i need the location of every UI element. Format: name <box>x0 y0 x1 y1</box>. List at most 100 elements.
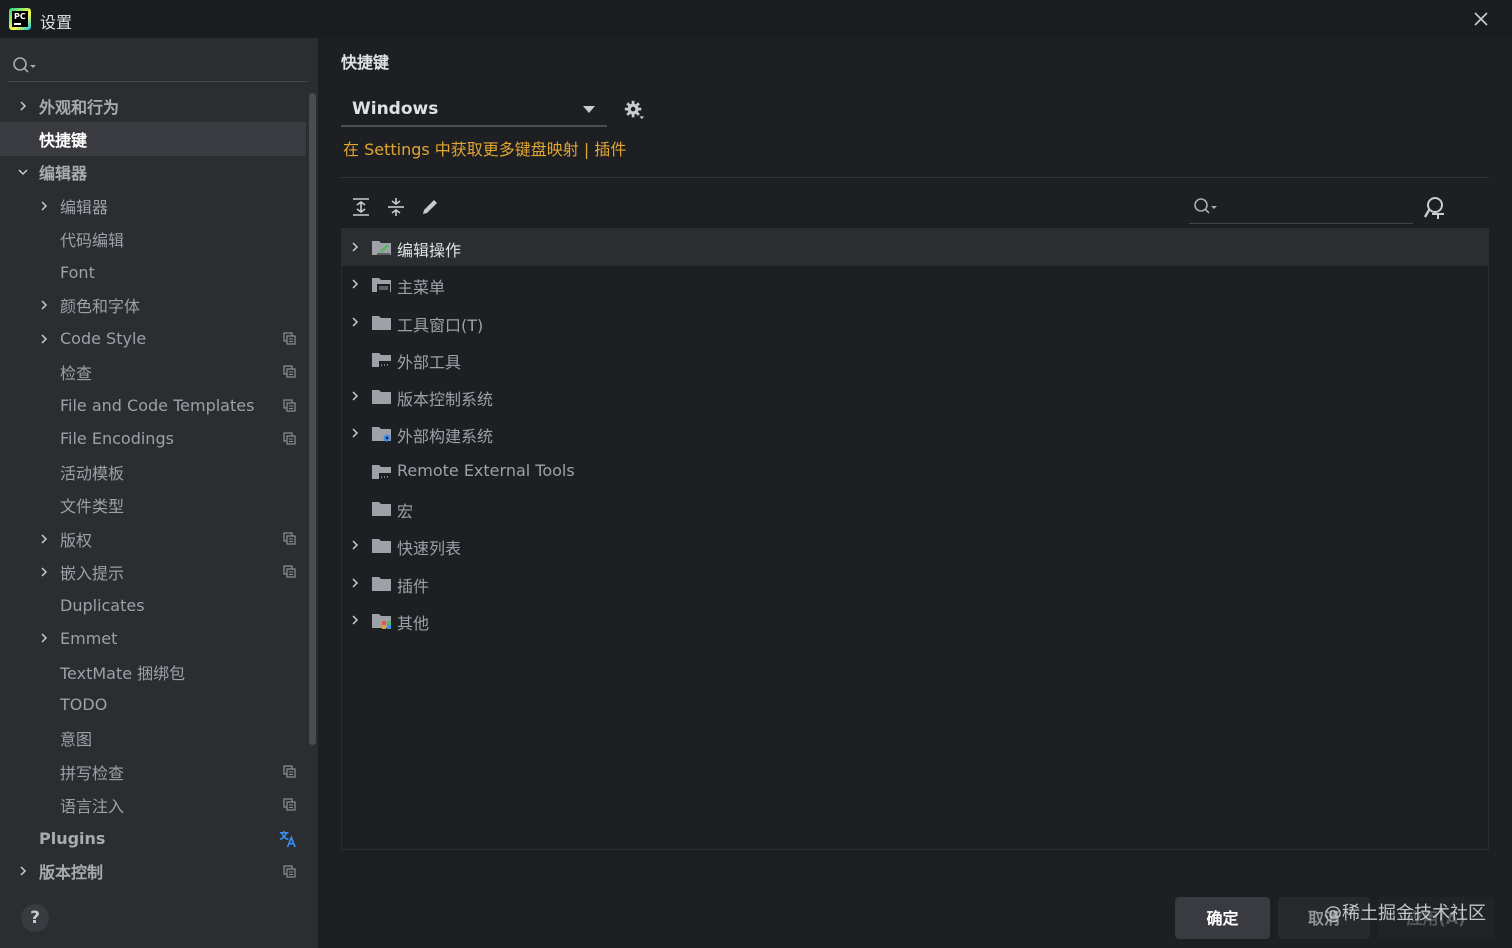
chevron-right-icon[interactable] <box>39 567 49 577</box>
gear-icon[interactable] <box>623 99 645 121</box>
action-group-label: 主菜单 <box>397 278 446 298</box>
action-group-row[interactable]: 外部工具 <box>342 341 1488 378</box>
chevron-right-icon[interactable] <box>18 866 28 876</box>
translate-icon <box>279 830 296 847</box>
actions-tree: 编辑操作主菜单工具窗口(T) 外部工具版本控制系统 外部构建系统 Remote Ext… <box>341 228 1489 850</box>
sidebar-item-label: 外观和行为 <box>39 97 120 117</box>
action-group-label: 编辑操作 <box>397 241 462 260</box>
expand-all-icon[interactable] <box>350 196 372 218</box>
action-group-row[interactable]: Remote External Tools <box>342 453 1488 490</box>
sidebar-item[interactable]: File Encodings <box>0 422 306 455</box>
project-scope-icon <box>283 432 296 445</box>
sidebar-item[interactable]: Duplicates <box>0 588 306 621</box>
sidebar-item-label: 拼写检查 <box>60 763 125 783</box>
sidebar-item[interactable]: 代码编辑 <box>0 222 306 255</box>
folder-icon <box>372 576 391 591</box>
sidebar-item[interactable]: TextMate 捆绑包 <box>0 655 306 688</box>
chevron-right-icon[interactable] <box>350 242 360 252</box>
project-scope-icon <box>283 365 296 378</box>
chevron-right-icon[interactable] <box>18 101 28 111</box>
sidebar-item[interactable]: 版权 <box>0 522 306 555</box>
project-scope-icon <box>283 798 296 811</box>
search-icon <box>1194 198 1217 214</box>
sidebar-item[interactable]: Font <box>0 255 306 288</box>
close-icon[interactable] <box>1472 10 1490 28</box>
editor-actions-folder-icon <box>372 241 391 255</box>
sidebar-item-label: 代码编辑 <box>60 230 125 250</box>
keymap-toolbar <box>341 190 1489 226</box>
chevron-right-icon[interactable] <box>39 300 49 310</box>
chevron-right-icon[interactable] <box>39 334 49 344</box>
sidebar-item[interactable]: 编辑器 <box>0 189 306 222</box>
sidebar-item[interactable]: 语言注入 <box>0 788 306 821</box>
sidebar-item[interactable]: Plugins <box>0 822 306 855</box>
action-group-row[interactable]: 快速列表 <box>342 527 1488 564</box>
keymap-dropdown-value: Windows <box>352 99 439 119</box>
action-search-input[interactable] <box>1189 190 1413 224</box>
sidebar-item[interactable]: Emmet <box>0 622 306 655</box>
settings-sidebar: 外观和行为 快捷键 编辑器 编辑器 代码编辑 Font 颜色和字体 Code Style 检查 F… <box>0 38 318 948</box>
sidebar-item[interactable]: Code Style <box>0 322 306 355</box>
sidebar-item-label: File Encodings <box>60 429 174 449</box>
sidebar-item-label: File and Code Templates <box>60 395 255 415</box>
sidebar-item[interactable]: 活动模板 <box>0 455 306 488</box>
chevron-right-icon[interactable] <box>350 615 360 625</box>
sidebar-item[interactable]: TODO <box>0 688 306 721</box>
sidebar-item[interactable]: 版本控制 <box>0 855 306 888</box>
sidebar-item-label: 编辑器 <box>60 197 109 217</box>
sidebar-item-label: 活动模板 <box>60 463 125 483</box>
action-group-row[interactable]: 主菜单 <box>342 266 1488 303</box>
project-scope-icon <box>283 565 296 578</box>
edit-icon[interactable] <box>419 196 441 218</box>
chevron-right-icon[interactable] <box>350 428 360 439</box>
chevron-right-icon[interactable] <box>39 633 49 643</box>
find-by-shortcut-icon[interactable] <box>1423 196 1447 220</box>
chevron-right-icon[interactable] <box>350 391 360 401</box>
action-group-row[interactable]: 其他 <box>342 602 1488 639</box>
help-button[interactable]: ? <box>21 904 49 932</box>
action-group-row[interactable]: 编辑操作 <box>342 229 1488 267</box>
sidebar-item[interactable]: 拼写检查 <box>0 755 306 788</box>
sidebar-item-label: 快捷键 <box>39 130 88 150</box>
chevron-right-icon[interactable] <box>350 279 360 289</box>
sidebar-item[interactable]: 文件类型 <box>0 489 306 522</box>
action-group-label: 版本控制系统 <box>397 390 494 410</box>
ok-button[interactable]: 确定 <box>1175 897 1270 939</box>
chevron-right-icon[interactable] <box>39 201 49 211</box>
settings-nav-tree: 外观和行为 快捷键 编辑器 编辑器 代码编辑 Font 颜色和字体 Code Style 检查 F… <box>0 89 306 888</box>
chevron-right-icon[interactable] <box>350 540 360 550</box>
sidebar-item[interactable]: 颜色和字体 <box>0 289 306 322</box>
action-group-row[interactable]: 插件 <box>342 565 1488 602</box>
sidebar-item[interactable]: 快捷键 <box>0 122 306 156</box>
sidebar-item[interactable]: 嵌入提示 <box>0 555 306 588</box>
chevron-right-icon[interactable] <box>350 317 360 327</box>
sidebar-scrollbar[interactable] <box>309 93 316 745</box>
action-group-label: Remote External Tools <box>397 460 575 480</box>
collapse-all-icon[interactable] <box>385 196 407 218</box>
sidebar-item-label: Code Style <box>60 329 147 349</box>
sidebar-item[interactable]: 编辑器 <box>0 156 306 189</box>
sidebar-item[interactable]: 意图 <box>0 722 306 755</box>
action-group-row[interactable]: 工具窗口(T) <box>342 304 1488 341</box>
external-tools-folder-icon <box>372 352 391 368</box>
chevron-right-icon[interactable] <box>350 578 360 588</box>
sidebar-item-label: 嵌入提示 <box>60 563 125 583</box>
action-group-row[interactable]: 版本控制系统 <box>342 378 1488 415</box>
sidebar-item-label: Plugins <box>39 828 106 848</box>
action-group-label: 插件 <box>397 576 430 596</box>
title-bar: PC 设置 <box>0 0 1512 38</box>
keymap-dropdown[interactable]: Windows <box>341 93 607 127</box>
settings-search-input[interactable] <box>8 50 308 82</box>
chevron-down-icon[interactable] <box>18 167 28 177</box>
action-group-row[interactable]: 宏 <box>342 490 1488 527</box>
get-more-keymaps-link[interactable]: 在 Settings 中获取更多键盘映射 | 插件 <box>343 136 626 160</box>
action-group-label: 其他 <box>397 613 430 633</box>
external-tools-folder-icon <box>372 464 391 480</box>
chevron-right-icon[interactable] <box>39 533 49 544</box>
action-group-label: 外部构建系统 <box>397 427 494 447</box>
sidebar-item[interactable]: File and Code Templates <box>0 389 306 422</box>
sidebar-item[interactable]: 检查 <box>0 355 306 388</box>
sidebar-item[interactable]: 外观和行为 <box>0 89 306 122</box>
project-scope-icon <box>283 399 296 412</box>
action-group-row[interactable]: 外部构建系统 <box>342 415 1488 452</box>
